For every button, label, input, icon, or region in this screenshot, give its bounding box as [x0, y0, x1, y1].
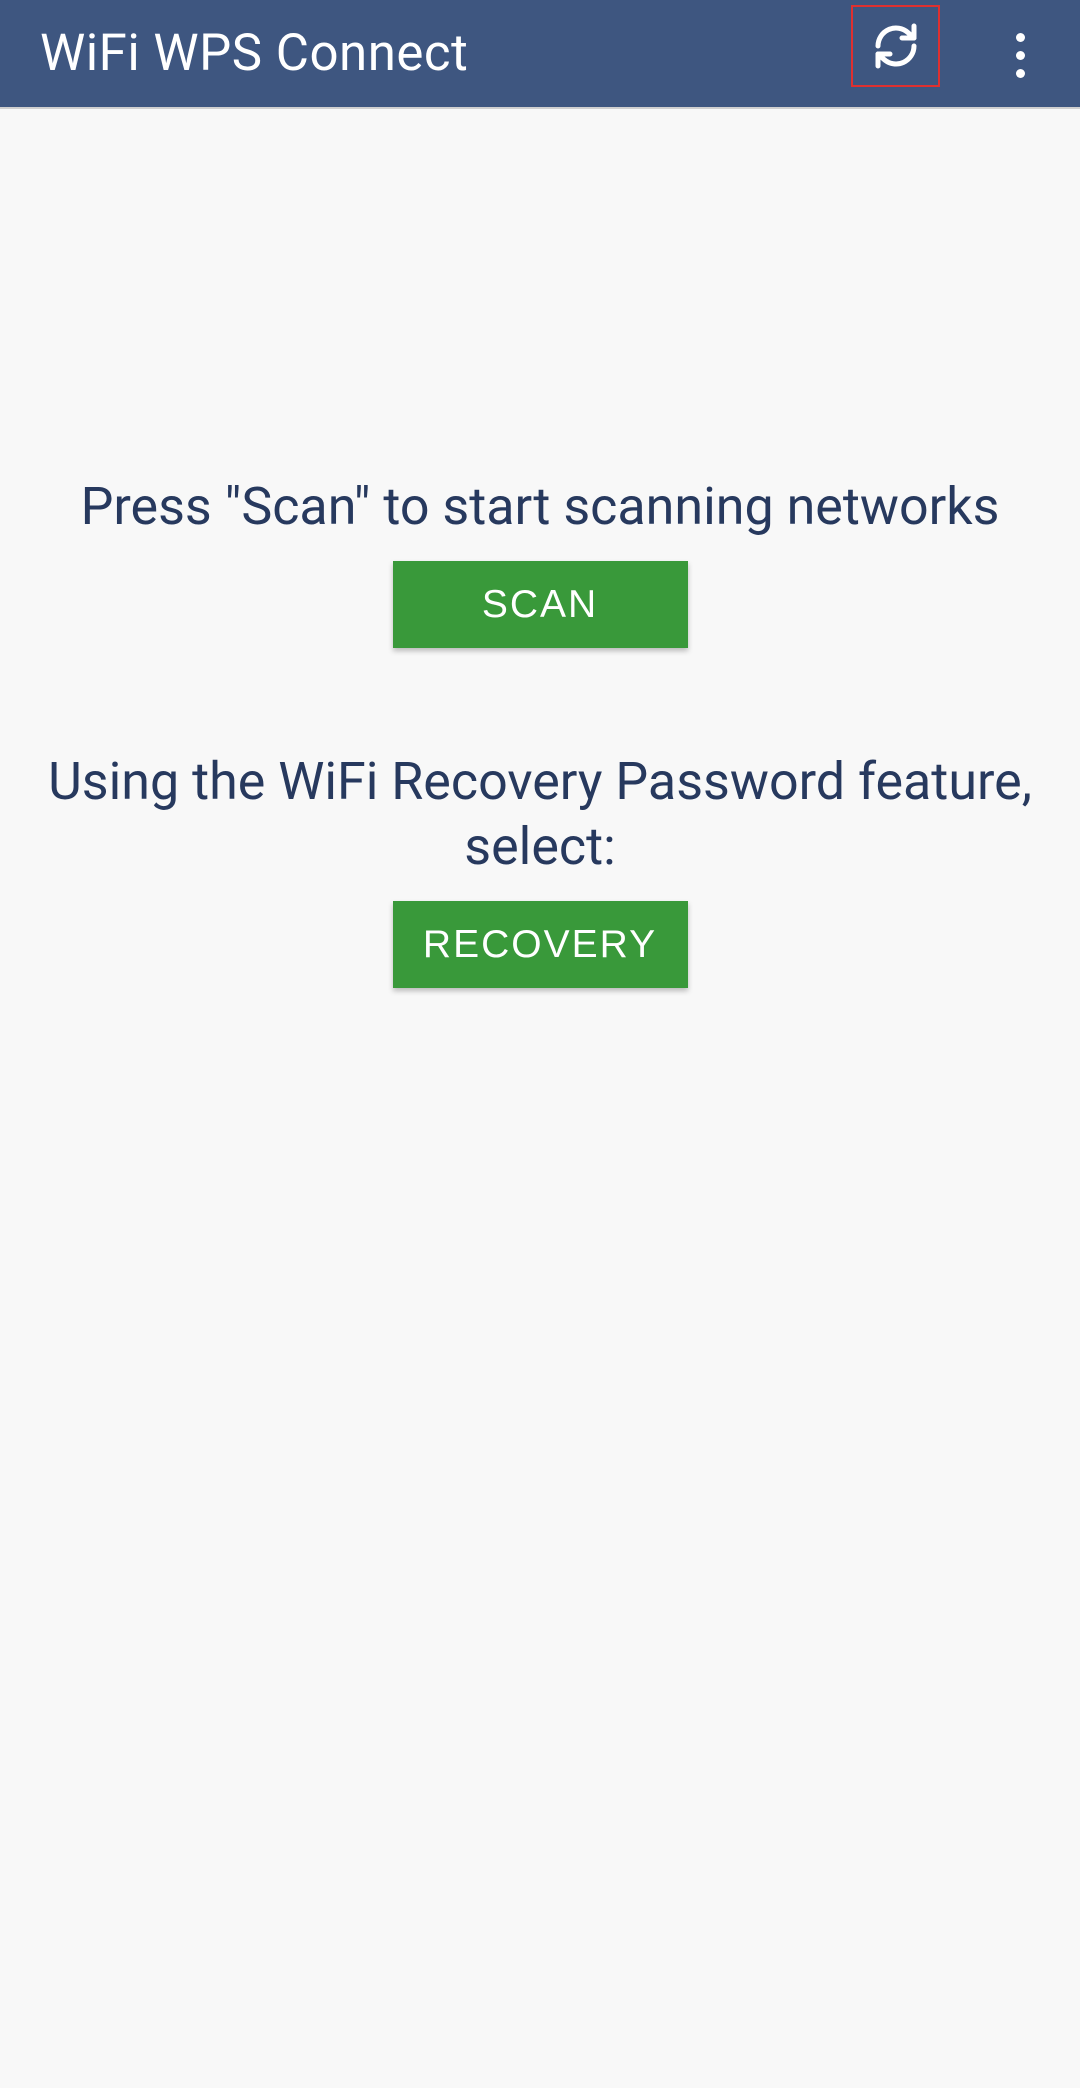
- app-title: WiFi WPS Connect: [40, 24, 468, 83]
- scan-instruction-text: Press "Scan" to start scanning networks: [51, 474, 1030, 539]
- app-header: WiFi WPS Connect: [0, 0, 1080, 109]
- refresh-icon: [872, 22, 920, 70]
- recovery-instruction-text: Using the WiFi Recovery Password feature…: [0, 749, 1080, 879]
- main-content: Press "Scan" to start scanning networks …: [0, 109, 1080, 988]
- recovery-button[interactable]: RECOVERY: [393, 901, 688, 988]
- refresh-button[interactable]: [851, 5, 940, 87]
- more-vertical-icon: [1016, 33, 1025, 78]
- more-options-button[interactable]: [990, 25, 1050, 85]
- scan-button[interactable]: SCAN: [393, 561, 688, 648]
